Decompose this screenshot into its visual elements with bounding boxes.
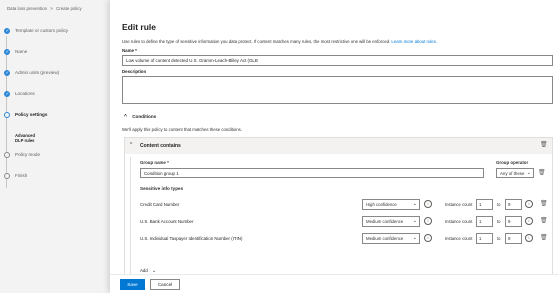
wizard-step-label: Name <box>15 49 28 54</box>
group-operator-value: Any of these <box>500 171 525 176</box>
wizard-step-label: Policy mode <box>15 152 41 157</box>
learn-more-link[interactable]: Learn more about rules. <box>391 39 437 44</box>
delete-type-icon[interactable]: 🗑 <box>540 200 548 207</box>
content-contains-header[interactable]: ^ Content contains 🗑 <box>125 138 552 154</box>
wizard-step-label: Finish <box>15 173 28 178</box>
confidence-select[interactable]: Medium confidence ⌄ <box>362 233 420 244</box>
flyout-title: Edit rule <box>122 22 157 32</box>
condition-group: Group name * Group operator Any of these… <box>130 157 551 293</box>
edit-rule-flyout: Edit rule Use rules to define the type o… <box>110 0 559 293</box>
sensitive-type-row: U.S. Individual Taxpayer Identification … <box>140 233 550 245</box>
step-complete-icon <box>4 49 10 55</box>
group-operator-select[interactable]: Any of these ⌄ <box>496 168 534 178</box>
wizard-substep-label: Advanced DLP rules <box>15 133 36 143</box>
confidence-value: Medium confidence <box>366 219 404 224</box>
instance-count-label: Instance count <box>445 219 473 224</box>
chevron-down-icon: ⌄ <box>526 170 531 176</box>
conditions-label: Conditions <box>132 114 157 119</box>
instance-max-input[interactable]: 9 <box>505 199 522 210</box>
info-icon[interactable]: i <box>525 217 533 225</box>
rule-description-textarea[interactable] <box>122 76 553 104</box>
step-pending-icon <box>4 173 10 179</box>
flyout-description-text: Use rules to define the type of sensitiv… <box>122 39 391 44</box>
instance-to-label: to <box>497 236 501 241</box>
step-pending-icon <box>4 152 10 158</box>
sensitive-type-name: U.S. Bank Account Number <box>140 219 194 224</box>
cancel-button[interactable]: Cancel <box>150 279 180 290</box>
group-name-input[interactable] <box>140 168 484 178</box>
info-icon[interactable]: i <box>424 217 432 225</box>
name-label: Name * <box>122 48 137 53</box>
info-icon[interactable]: i <box>424 234 432 242</box>
sensitive-info-types-title: Sensitive info types <box>140 186 184 191</box>
confidence-value: High confidence <box>366 202 397 207</box>
description-label: Description <box>122 69 147 74</box>
sensitive-type-row: U.S. Bank Account Number Medium confiden… <box>140 216 550 228</box>
info-icon[interactable]: i <box>525 234 533 242</box>
chevron-up-icon: ^ <box>124 114 127 120</box>
breadcrumb: Data loss prevention > Create policy <box>7 6 82 11</box>
delete-type-icon[interactable]: 🗑 <box>540 234 548 241</box>
confidence-value: Medium confidence <box>366 236 404 241</box>
sensitive-type-name: U.S. Individual Taxpayer Identification … <box>140 236 243 241</box>
info-icon[interactable]: i <box>424 200 432 208</box>
instance-max-input[interactable]: 9 <box>505 233 522 244</box>
add-label: Add <box>140 268 148 273</box>
instance-min-input[interactable]: 1 <box>476 216 493 227</box>
chevron-down-icon: ⌄ <box>412 218 417 224</box>
rule-name-input[interactable] <box>122 55 553 66</box>
sensitive-type-name: Credit Card Number <box>140 202 180 207</box>
instance-to-label: to <box>497 202 501 207</box>
wizard-step-label: Locations <box>15 91 35 96</box>
instance-to-label: to <box>497 219 501 224</box>
save-button[interactable]: Save <box>120 279 145 290</box>
delete-group-icon[interactable]: 🗑 <box>538 169 546 176</box>
step-current-icon <box>4 112 10 118</box>
instance-max-input[interactable]: 9 <box>505 216 522 227</box>
delete-type-icon[interactable]: 🗑 <box>540 217 548 224</box>
content-contains-title: Content contains <box>140 143 181 149</box>
wizard-step-label: Policy settings <box>15 112 48 117</box>
breadcrumb-item-create-policy: Create policy <box>56 6 82 11</box>
conditions-toggle[interactable]: ^ Conditions <box>124 114 156 120</box>
delete-condition-icon[interactable]: 🗑 <box>540 141 548 148</box>
instance-count-label: Instance count <box>445 236 473 241</box>
instance-min-input[interactable]: 1 <box>476 233 493 244</box>
chevron-down-icon: ⌄ <box>412 235 417 241</box>
breadcrumb-separator: > <box>50 6 53 11</box>
flyout-description: Use rules to define the type of sensitiv… <box>122 39 437 44</box>
group-name-label: Group name * <box>140 160 169 165</box>
sensitive-type-row: Credit Card Number High confidence ⌄ i I… <box>140 199 550 211</box>
wizard-panel: Data loss prevention > Create policy Tem… <box>0 0 110 293</box>
step-complete-icon <box>4 70 10 76</box>
group-operator-label: Group operator <box>496 160 529 165</box>
step-complete-icon <box>4 91 10 97</box>
chevron-up-icon: ^ <box>130 142 133 148</box>
info-icon[interactable]: i <box>525 200 533 208</box>
conditions-note: We'll apply this policy to content that … <box>122 127 242 132</box>
instance-count-label: Instance count <box>445 202 473 207</box>
confidence-select[interactable]: Medium confidence ⌄ <box>362 216 420 227</box>
flyout-footer: Save Cancel <box>110 274 559 293</box>
chevron-down-icon: ⌄ <box>412 201 417 207</box>
instance-min-input[interactable]: 1 <box>476 199 493 210</box>
content-contains-section: ^ Content contains 🗑 Group name * Group … <box>124 137 553 293</box>
breadcrumb-item-dlp[interactable]: Data loss prevention <box>7 6 47 11</box>
step-complete-icon <box>4 28 10 34</box>
confidence-select[interactable]: High confidence ⌄ <box>362 199 420 210</box>
wizard-step-label: Admin units (preview) <box>15 70 60 75</box>
wizard-step-label: Template or custom policy <box>15 28 69 33</box>
